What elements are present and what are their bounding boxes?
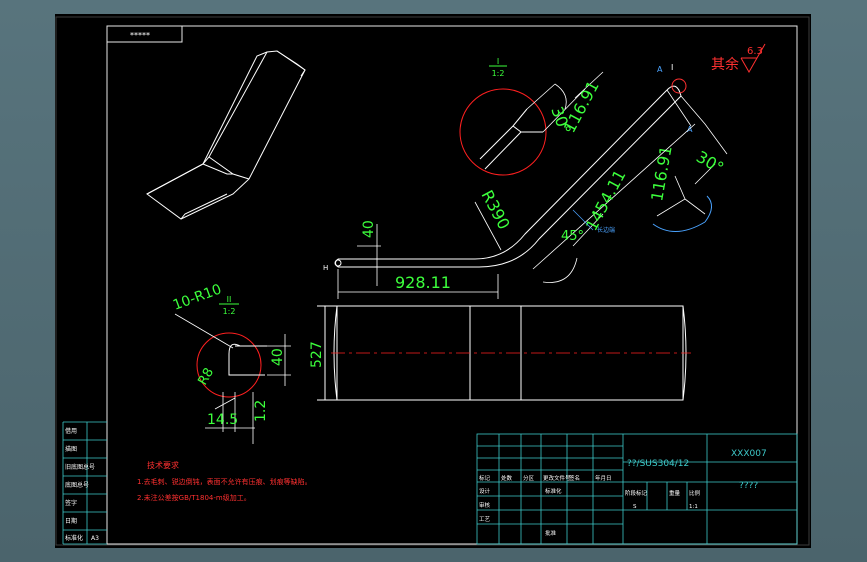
radius-label: R390 <box>477 187 513 233</box>
length-diagonal: 1454.11 <box>582 167 630 234</box>
detail-top: I 1:2 <box>459 57 547 176</box>
scale-label-top: 1:2 <box>492 69 505 78</box>
detail-radius: R8 <box>195 366 217 388</box>
svg-text:年月日: 年月日 <box>595 474 612 482</box>
detail-bottom: 40 R8 14.5 1.2 10-R10 II 1:2 <box>171 281 291 444</box>
svg-text:设计: 设计 <box>479 487 491 495</box>
height-40: 40 <box>361 220 377 238</box>
notes-line2: 2.未注公差按GB/T1804-m级加工。 <box>137 493 251 502</box>
svg-text:处数: 处数 <box>501 474 513 482</box>
svg-text:阶段标记: 阶段标记 <box>625 489 648 497</box>
svg-text:标准化: 标准化 <box>65 534 83 542</box>
scale-label-bottom: 1:2 <box>223 307 236 316</box>
svg-text:工艺: 工艺 <box>479 516 491 523</box>
svg-text:签字: 签字 <box>65 499 77 507</box>
isometric-view <box>146 50 306 220</box>
arc-right <box>652 221 706 232</box>
svg-text:重量: 重量 <box>669 489 681 497</box>
profile-view <box>335 85 682 268</box>
corner-note: ***** <box>130 31 150 40</box>
svg-text:II: II <box>227 295 232 304</box>
drawing-number: XXX007 <box>731 449 767 459</box>
svg-text:S: S <box>633 504 637 510</box>
svg-text:日期: 日期 <box>65 517 77 525</box>
cad-drawing: ***** I 1:2 30° 116.91 116.91 30° A A I … <box>55 16 810 546</box>
angle-bend-arc <box>542 257 578 283</box>
base-note: 长边端 <box>597 226 615 234</box>
svg-text:批准: 批准 <box>545 529 557 537</box>
marker-a-top: A <box>657 65 663 74</box>
svg-text:描图: 描图 <box>65 445 77 453</box>
detail-height-40: 40 <box>270 348 286 366</box>
material: ??/SUS304/12 <box>627 459 689 469</box>
angle-right: 30° <box>693 147 727 178</box>
detail-width: 14.5 <box>207 412 238 428</box>
technical-notes: 技术要求 1.去毛刺、锐边倒钝，表面不允许有压痕、划痕等缺陷。 2.未注公差按G… <box>137 460 312 502</box>
side-block-labels: 借用 描图 旧底图总号 底图总号 签字 日期 标准化 A3 <box>65 427 99 542</box>
svg-text:I: I <box>497 57 499 66</box>
svg-text:审核: 审核 <box>479 501 491 509</box>
svg-text:更改文件号: 更改文件号 <box>543 474 571 482</box>
fillet-label: 10-R10 <box>171 281 224 313</box>
marker-h: H <box>323 264 328 272</box>
angle-bend: 45° <box>561 229 584 244</box>
length-right: 116.91 <box>647 144 675 202</box>
svg-text:签名: 签名 <box>569 474 580 482</box>
marker-i: I <box>671 63 673 72</box>
part-name: ???? <box>739 481 758 491</box>
svg-text:标准化: 标准化 <box>545 487 562 495</box>
svg-text:1:1: 1:1 <box>689 504 698 510</box>
cad-viewport[interactable]: ***** I 1:2 30° 116.91 116.91 30° A A I … <box>55 14 811 548</box>
svg-text:比例: 比例 <box>689 489 701 497</box>
svg-text:底图总号: 底图总号 <box>65 481 89 489</box>
notes-title: 技术要求 <box>147 460 179 470</box>
width-527: 527 <box>309 341 325 368</box>
svg-text:标记: 标记 <box>479 474 491 482</box>
horizontal-length: 928.11 <box>395 273 451 292</box>
notes-line1: 1.去毛刺、锐边倒钝，表面不允许有压痕、划痕等缺陷。 <box>137 477 312 486</box>
detail-thickness: 1.2 <box>253 400 269 422</box>
svg-text:借用: 借用 <box>65 427 77 435</box>
roughness-value: 6.3 <box>747 46 763 57</box>
svg-text:旧底图总号: 旧底图总号 <box>65 463 95 471</box>
svg-text:分区: 分区 <box>523 474 535 482</box>
roughness-label: 其余 <box>711 56 739 73</box>
svg-text:A3: A3 <box>91 535 99 542</box>
